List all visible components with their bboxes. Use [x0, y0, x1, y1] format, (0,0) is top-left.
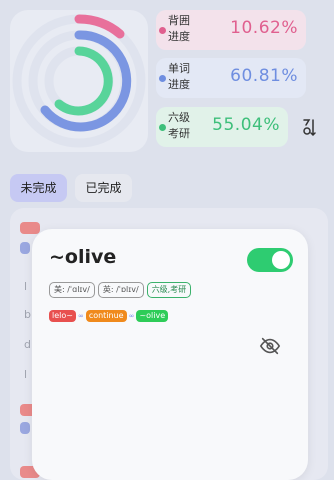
stat-dot [159, 75, 166, 82]
morpheme-chip[interactable]: lelo~ [49, 310, 76, 322]
phonetic-uk-tag[interactable]: 英: /ˈɒlɪv/ [97, 282, 144, 298]
stat-memorize: 背囲进度 10.62% [156, 10, 306, 50]
toggle-knob [272, 251, 290, 269]
stat-label: 单词进度 [168, 62, 190, 91]
tab-incomplete[interactable]: 未完成 [10, 174, 67, 202]
list-item-chip [20, 422, 30, 434]
word-title: ~olive [49, 246, 117, 268]
morpheme-chain: lelo~ ∞ continue ∞ ~olive [49, 310, 169, 322]
progress-rings-card [10, 10, 148, 152]
progress-rings [12, 14, 146, 148]
stat-label: 六级考研 [168, 111, 190, 140]
level-tag: 六级,考研 [146, 282, 192, 298]
list-item: l [24, 368, 28, 381]
morpheme-chip[interactable]: ~olive [136, 310, 169, 322]
stat-value: 55.04% [212, 115, 280, 135]
phonetic-us-tag[interactable]: 美: /ˈɑlɪv/ [49, 282, 95, 298]
list-item: d [24, 338, 31, 351]
sort-icon[interactable] [302, 118, 316, 140]
stat-dot [159, 124, 166, 131]
stat-cet6: 六级考研 55.04% [156, 107, 288, 147]
word-tags: 美: /ˈɑlɪv/ 英: /ˈɒlɪv/ 六级,考研 [49, 282, 192, 298]
eye-off-icon[interactable] [259, 335, 281, 357]
stat-words: 单词进度 60.81% [156, 58, 306, 98]
word-detail-popup: ~olive 美: /ˈɑlɪv/ 英: /ˈɒlɪv/ 六级,考研 lelo~… [32, 229, 308, 480]
list-item: b [24, 308, 31, 321]
stat-value: 60.81% [230, 66, 298, 86]
list-item: l [24, 280, 28, 293]
list-item-chip [20, 242, 30, 254]
link-icon: ∞ [128, 312, 135, 320]
list-item-chip [20, 222, 40, 234]
stat-dot [159, 27, 166, 34]
stat-label: 背囲进度 [168, 14, 190, 43]
stat-value: 10.62% [230, 18, 298, 38]
morpheme-chip[interactable]: continue [85, 310, 127, 322]
mastered-toggle[interactable] [247, 248, 293, 272]
tab-complete[interactable]: 已完成 [75, 174, 132, 202]
ring-cet6 [54, 46, 113, 116]
link-icon: ∞ [77, 312, 84, 320]
